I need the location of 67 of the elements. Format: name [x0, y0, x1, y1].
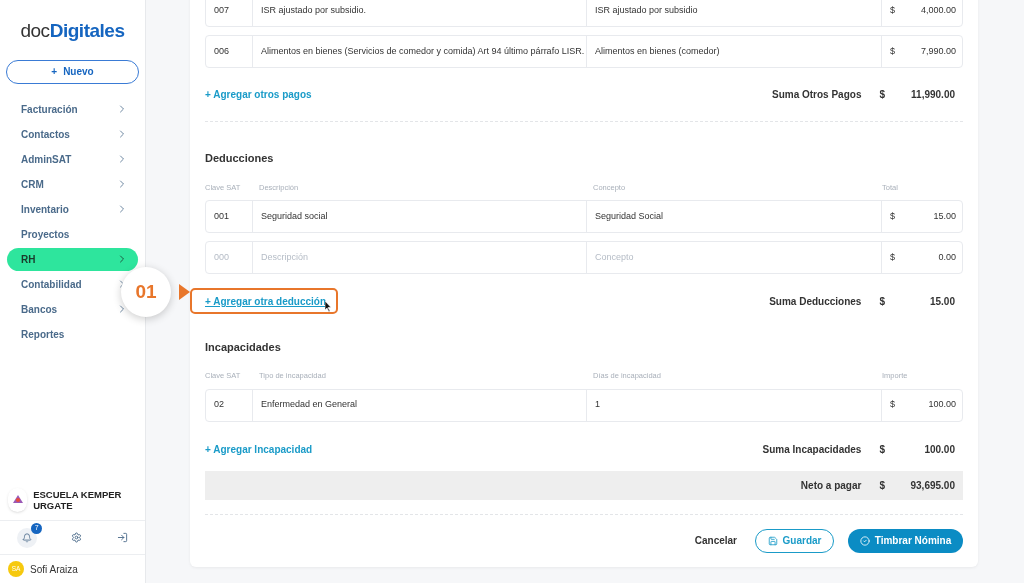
- currency-sign: $: [890, 209, 895, 223]
- sum-value: 15.00: [928, 294, 955, 309]
- table-cell: Seguridad social: [261, 209, 328, 223]
- nav-item[interactable]: Contactos: [21, 126, 70, 142]
- save-icon: [767, 535, 778, 546]
- stamp-button[interactable]: Timbrar Nómina: [848, 528, 963, 553]
- section-title: Incapacidades: [205, 339, 282, 355]
- logo: docDigitales: [19, 19, 126, 43]
- nav-item[interactable]: AdminSAT: [21, 151, 72, 167]
- settings-icon[interactable]: [71, 532, 83, 543]
- nav-item[interactable]: Reportes: [21, 326, 65, 342]
- cancel-button[interactable]: Cancelar: [690, 533, 741, 548]
- table-cell: Enfermedad en General: [261, 398, 358, 412]
- sum-value: 11,990.00: [910, 88, 955, 102]
- entry-row[interactable]: 000 Descripción Concepto $ 0.00: [205, 240, 963, 274]
- nav-item[interactable]: Bancos: [21, 301, 58, 317]
- add-link[interactable]: + Agregar otra deducción: [205, 293, 327, 309]
- step-number-tooltip: 01: [121, 267, 171, 317]
- description-field[interactable]: Descripción: [252, 241, 586, 273]
- table-cell-text: 4,000.00: [920, 3, 956, 17]
- add-link[interactable]: + Agregar Incapacidad: [205, 441, 313, 457]
- currency-sign: $: [890, 250, 895, 264]
- table-cell-text: Alimentos en bienes (comedor): [595, 44, 720, 58]
- logout-icon[interactable]: [116, 532, 128, 543]
- pointer-icon: [179, 284, 190, 300]
- check-circle-icon: [859, 535, 870, 546]
- nav-item[interactable]: Inventario: [21, 201, 69, 217]
- currency-sign: $: [890, 44, 895, 58]
- table-cell-text: ISR ajustado por subsidio: [595, 3, 698, 17]
- table-cell-text: Alimentos en bienes (Servicios de comedor y comida) Art 94 último párrafo LISR.: [261, 44, 585, 58]
- clave-field[interactable]: 000: [206, 241, 252, 273]
- company-name: ESCUELA KEMPER URGATE: [33, 489, 123, 511]
- table-cell: 001: [214, 209, 230, 223]
- nav-item[interactable]: Proyectos: [21, 226, 70, 242]
- sum-label: Suma Deducciones: [769, 294, 862, 309]
- user-name: Sofi Araiza: [30, 562, 78, 577]
- table-cell-text: 7,990.00: [920, 44, 956, 58]
- add-link[interactable]: + Agregar otros pagos: [205, 87, 312, 102]
- sum-label: Suma Otros Pagos: [771, 88, 862, 102]
- sum-value: 100.00: [923, 442, 955, 457]
- table-cell: 0.00: [938, 250, 956, 264]
- table-cell: 100.00: [928, 398, 956, 412]
- nav-item[interactable]: Facturación: [21, 101, 78, 117]
- currency-sign: $: [890, 398, 895, 412]
- nav-item[interactable]: RH: [7, 247, 138, 271]
- currency-sign: $: [879, 88, 885, 102]
- table-cell-text: 007: [214, 3, 230, 17]
- currency-sign: $: [879, 478, 885, 493]
- table-cell: Seguridad Social: [595, 209, 664, 223]
- nav-item[interactable]: CRM: [21, 176, 44, 192]
- bell-icon[interactable]: [22, 532, 33, 543]
- table-cell: 02: [214, 398, 224, 412]
- currency-sign: $: [879, 294, 885, 309]
- nav-item[interactable]: Contabilidad: [21, 276, 82, 292]
- company-avatar: [8, 488, 28, 512]
- sum-label: Suma Incapacidades: [762, 442, 862, 457]
- sum-value: 93,695.00: [909, 478, 955, 493]
- concept-field[interactable]: Concepto: [586, 241, 881, 273]
- currency-sign: $: [890, 3, 895, 17]
- sum-label: Neto a pagar: [800, 478, 862, 493]
- table-cell-text: ISR ajustado por subsidio.: [261, 3, 367, 17]
- table-cell-text: 006: [214, 44, 230, 58]
- section-title: Deducciones: [205, 151, 275, 166]
- currency-sign: $: [879, 442, 885, 457]
- table-cell: 1: [595, 398, 600, 412]
- cursor-icon: [325, 300, 333, 312]
- table-cell: 15.00: [933, 209, 956, 223]
